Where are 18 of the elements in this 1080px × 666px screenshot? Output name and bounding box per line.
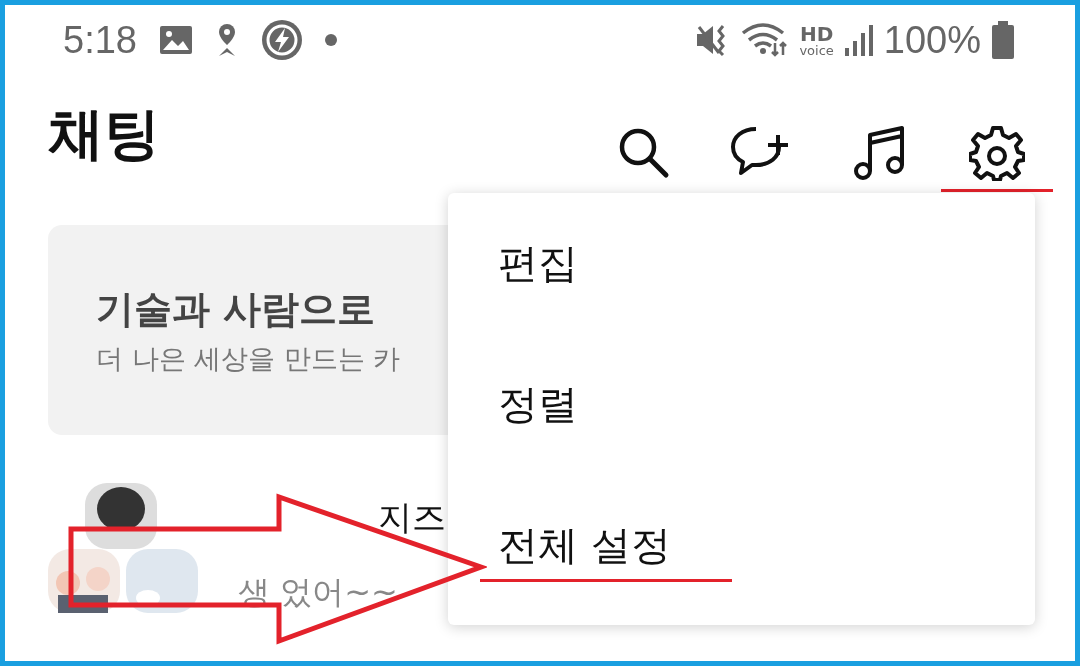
settings-icon[interactable] — [969, 124, 1025, 181]
chat-name: 지즈 — [377, 496, 446, 539]
dot-icon — [324, 34, 337, 46]
menu-item[interactable]: 편집 — [498, 236, 578, 291]
banner-subtitle: 더 나은 세상을 만드는 카 — [96, 341, 402, 376]
banner-title: 기술과 사람으로 — [96, 285, 377, 333]
menu-item[interactable]: 정렬 — [498, 377, 578, 432]
lightning-icon — [260, 19, 303, 61]
music-note-icon[interactable] — [851, 124, 907, 181]
signal-icon — [843, 24, 874, 56]
page-title: 채팅 — [48, 100, 160, 168]
voice-label: voice — [799, 43, 834, 57]
battery-icon — [991, 21, 1015, 59]
status-time: 5:18 — [63, 18, 137, 62]
menu-item[interactable]: 전체 설정 — [498, 518, 671, 573]
battery-percent: 100% — [883, 18, 981, 62]
image-icon — [158, 25, 193, 55]
hd-label: HD — [799, 23, 834, 44]
